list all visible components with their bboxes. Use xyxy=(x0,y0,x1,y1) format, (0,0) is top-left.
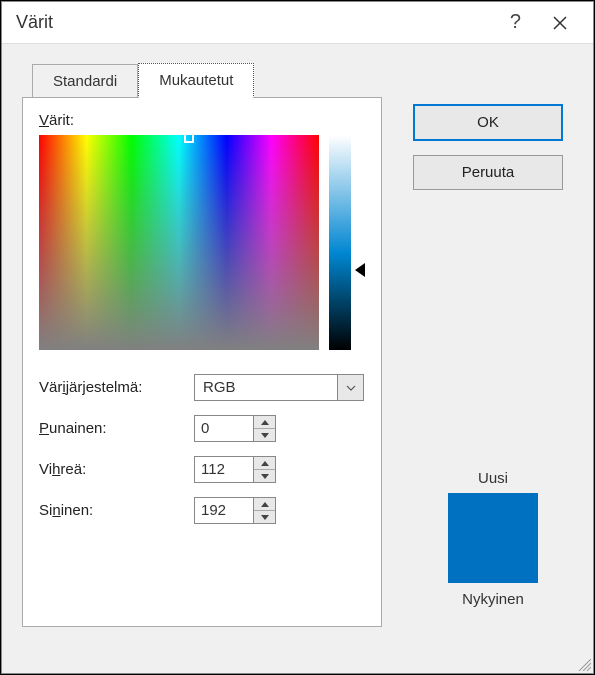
blue-spin-up[interactable] xyxy=(254,498,275,511)
resize-grip[interactable] xyxy=(575,655,591,671)
tab-standard[interactable]: Standardi xyxy=(32,64,138,98)
color-dialog: Värit ? Standardi Mukautetut Värit: xyxy=(1,1,594,674)
red-spinner xyxy=(194,415,284,442)
dialog-body: Standardi Mukautetut Värit: Värijärjeste… xyxy=(2,44,593,673)
dialog-title: Värit xyxy=(16,12,494,33)
green-spin-up[interactable] xyxy=(254,457,275,470)
caret-up-icon xyxy=(261,420,269,425)
blue-spin-down[interactable] xyxy=(254,511,275,523)
caret-down-icon xyxy=(261,474,269,479)
resize-grip-icon xyxy=(575,655,591,671)
row-green: Vihreä: xyxy=(39,456,365,483)
color-spectrum[interactable] xyxy=(39,135,319,350)
preview-label-new: Uusi xyxy=(413,470,573,487)
luminance-arrow[interactable] xyxy=(355,263,365,277)
luminance-wrap xyxy=(329,135,351,350)
tab-panel-custom: Värit: Värijärjestelmä: RGB xyxy=(22,97,382,627)
model-combo[interactable]: RGB xyxy=(194,374,364,401)
swatch-new xyxy=(448,493,538,583)
model-value: RGB xyxy=(194,374,338,401)
color-form: Värijärjestelmä: RGB Punainen: xyxy=(39,374,365,524)
red-input[interactable] xyxy=(194,415,254,442)
close-button[interactable] xyxy=(537,8,583,38)
caret-down-icon xyxy=(261,433,269,438)
green-spinner xyxy=(194,456,284,483)
row-model: Värijärjestelmä: RGB xyxy=(39,374,365,401)
red-spin-down[interactable] xyxy=(254,429,275,441)
label-model: Värijärjestelmä: xyxy=(39,379,194,396)
preview-label-current: Nykyinen xyxy=(413,591,573,608)
caret-up-icon xyxy=(261,461,269,466)
blue-spin-buttons xyxy=(254,497,276,524)
chevron-down-icon xyxy=(346,385,356,391)
caret-down-icon xyxy=(261,515,269,520)
tab-custom[interactable]: Mukautetut xyxy=(138,63,254,98)
row-blue: Sininen: xyxy=(39,497,365,524)
green-spin-buttons xyxy=(254,456,276,483)
model-dropdown-button[interactable] xyxy=(338,374,364,401)
colors-label: Värit: xyxy=(39,112,365,129)
right-column: OK Peruuta Uusi Nykyinen xyxy=(413,104,573,608)
green-spin-down[interactable] xyxy=(254,470,275,482)
spectrum-crosshair xyxy=(184,133,194,143)
row-red: Punainen: xyxy=(39,415,365,442)
close-icon xyxy=(552,15,568,31)
luminance-bar[interactable] xyxy=(329,135,351,350)
tab-strip: Standardi Mukautetut xyxy=(32,62,573,97)
cancel-button[interactable]: Peruuta xyxy=(413,155,563,190)
ok-button[interactable]: OK xyxy=(413,104,563,141)
help-button[interactable]: ? xyxy=(494,11,537,34)
label-green: Vihreä: xyxy=(39,461,194,478)
label-blue: Sininen: xyxy=(39,502,194,519)
green-input[interactable] xyxy=(194,456,254,483)
red-spin-up[interactable] xyxy=(254,416,275,429)
color-preview: Uusi Nykyinen xyxy=(413,470,573,608)
blue-spinner xyxy=(194,497,284,524)
picker-area xyxy=(39,135,365,350)
red-spin-buttons xyxy=(254,415,276,442)
label-red: Punainen: xyxy=(39,420,194,437)
caret-up-icon xyxy=(261,502,269,507)
titlebar: Värit ? xyxy=(2,2,593,44)
blue-input[interactable] xyxy=(194,497,254,524)
